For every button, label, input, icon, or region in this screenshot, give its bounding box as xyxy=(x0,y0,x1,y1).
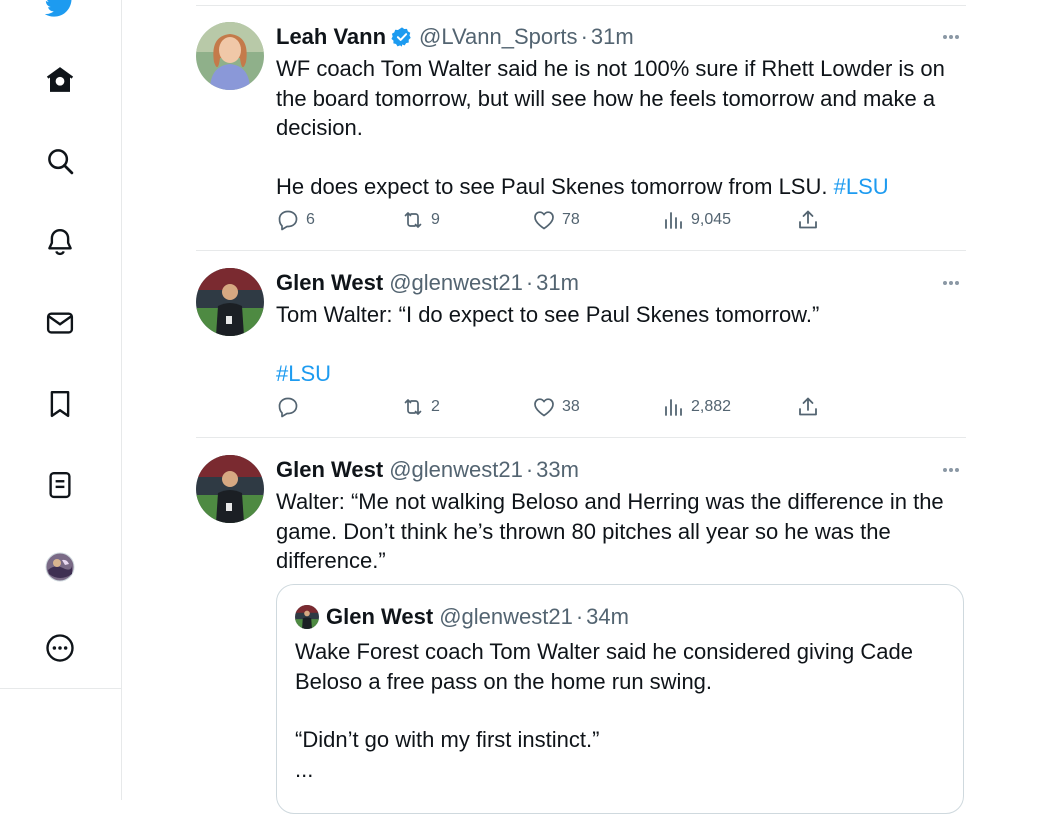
notifications-bell-icon[interactable] xyxy=(38,220,82,264)
avatar[interactable] xyxy=(196,268,264,336)
more-dots-icon[interactable] xyxy=(936,272,966,294)
like-button[interactable]: 38 xyxy=(532,394,580,420)
sidebar-divider xyxy=(0,688,121,689)
heart-icon xyxy=(534,211,554,230)
view-count: 2,882 xyxy=(691,398,732,415)
profile-avatar-icon[interactable] xyxy=(38,545,82,589)
divider xyxy=(196,250,966,251)
separator-dot: · xyxy=(580,24,588,49)
tweet-header: Glen West @glenwest21 · 33m xyxy=(276,455,966,485)
author-handle[interactable]: @glenwest21 xyxy=(389,457,523,483)
sidebar-nav xyxy=(0,0,122,800)
reply-button[interactable] xyxy=(276,394,306,420)
more-options-icon[interactable] xyxy=(38,626,82,670)
quoted-tweet-time: 34m xyxy=(586,604,629,629)
lists-icon[interactable] xyxy=(38,463,82,507)
quoted-avatar xyxy=(295,605,319,629)
quoted-paragraph: Wake Forest coach Tom Walter said he con… xyxy=(295,639,913,694)
quoted-ellipsis: ... xyxy=(295,757,314,782)
tweet-time[interactable]: 33m xyxy=(536,457,579,483)
search-icon[interactable] xyxy=(38,139,82,183)
author-name[interactable]: Glen West xyxy=(276,270,383,296)
author-name[interactable]: Leah Vann xyxy=(276,24,386,50)
heart-icon xyxy=(534,398,554,417)
separator-dot: · xyxy=(525,270,534,295)
tweet-time[interactable]: 31m xyxy=(536,270,579,296)
quoted-paragraph: “Didn’t go with my first instinct.” xyxy=(295,727,600,752)
avatar[interactable] xyxy=(196,455,264,523)
more-dots-icon[interactable] xyxy=(936,26,966,48)
hashtag-link[interactable]: #LSU xyxy=(276,361,331,386)
reply-count: 6 xyxy=(306,211,315,228)
separator-dot: · xyxy=(575,604,584,629)
views-button[interactable]: 9,045 xyxy=(661,207,731,233)
retweet-button[interactable]: 2 xyxy=(401,394,440,420)
timeline-feed: Leah Vann @LVann_Sports · 31m WF coach T… xyxy=(196,0,966,814)
tweet-text-part: He does expect to see Paul Skenes tomorr… xyxy=(276,174,828,199)
author-handle[interactable]: @glenwest21 xyxy=(389,270,523,296)
messages-envelope-icon[interactable] xyxy=(38,301,82,345)
share-icon xyxy=(799,210,817,229)
view-count: 9,045 xyxy=(691,211,732,228)
tweet-paragraph: WF coach Tom Walter said he is not 100% … xyxy=(276,56,945,140)
retweet-button[interactable]: 9 xyxy=(401,207,440,233)
avatar[interactable] xyxy=(196,22,264,90)
tweet-paragraph: Walter: “Me not walking Beloso and Herri… xyxy=(276,489,944,573)
share-icon xyxy=(799,397,817,416)
tweet-text: WF coach Tom Walter said he is not 100% … xyxy=(276,54,966,202)
tweet-text: Tom Walter: “I do expect to see Paul Ske… xyxy=(276,300,966,389)
tweet-header: Glen West @glenwest21 · 31m xyxy=(276,268,966,298)
home-icon[interactable] xyxy=(38,58,82,102)
reply-button[interactable]: 6 xyxy=(276,207,315,233)
tweet-paragraph: #LSU xyxy=(276,359,966,389)
quoted-tweet-header: Glen West @glenwest21 · 34m xyxy=(295,603,629,631)
reply-icon xyxy=(278,397,298,418)
retweet-icon xyxy=(404,399,422,415)
like-count: 38 xyxy=(562,398,580,415)
tweet-paragraph: He does expect to see Paul Skenes tomorr… xyxy=(276,172,966,202)
verified-badge-icon xyxy=(391,27,411,47)
quoted-tweet[interactable]: Glen West @glenwest21 · 34m Wake Forest … xyxy=(276,584,964,814)
bookmark-icon[interactable] xyxy=(38,382,82,426)
reply-icon xyxy=(278,210,298,231)
quoted-author-handle: @glenwest21 xyxy=(439,604,573,629)
share-button[interactable] xyxy=(796,394,826,420)
views-chart-icon xyxy=(665,212,682,229)
share-button[interactable] xyxy=(796,207,826,233)
hashtag-link[interactable]: #LSU xyxy=(834,174,889,199)
tweet-actions: 2 38 2,882 xyxy=(276,394,836,420)
author-handle[interactable]: @LVann_Sports xyxy=(419,24,578,50)
like-button[interactable]: 78 xyxy=(532,207,580,233)
views-chart-icon xyxy=(665,399,682,416)
tweet-header: Leah Vann @LVann_Sports · 31m xyxy=(276,22,966,52)
twitter-bird-icon[interactable] xyxy=(38,0,82,26)
divider xyxy=(196,5,966,6)
more-dots-icon[interactable] xyxy=(936,459,966,481)
author-name[interactable]: Glen West xyxy=(276,457,383,483)
retweet-icon xyxy=(404,212,422,228)
quoted-author-name: Glen West xyxy=(326,604,434,629)
views-button[interactable]: 2,882 xyxy=(661,394,731,420)
separator-dot: · xyxy=(525,457,534,482)
like-count: 78 xyxy=(562,211,580,228)
tweet-actions: 6 9 78 9,045 xyxy=(276,207,836,233)
retweet-count: 2 xyxy=(431,398,440,415)
divider xyxy=(196,437,966,438)
tweet-paragraph: Tom Walter: “I do expect to see Paul Ske… xyxy=(276,302,820,327)
tweet-text: Walter: “Me not walking Beloso and Herri… xyxy=(276,487,966,576)
tweet-time[interactable]: 31m xyxy=(591,24,634,50)
retweet-count: 9 xyxy=(431,211,440,228)
quoted-tweet-text: Wake Forest coach Tom Walter said he con… xyxy=(295,637,945,785)
